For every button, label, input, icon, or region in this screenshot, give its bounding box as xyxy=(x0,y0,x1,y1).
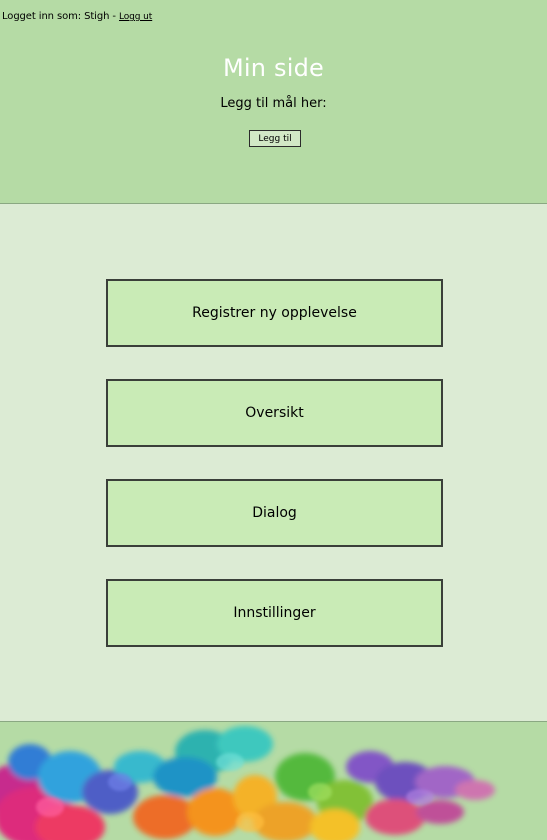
login-status-text: Logget inn som: Stigh - xyxy=(2,11,120,22)
dialog-button[interactable]: Dialog xyxy=(106,479,443,547)
page-title: Min side xyxy=(223,54,324,82)
page-header: Logget inn som: Stigh - Logg ut Min side… xyxy=(0,0,547,204)
register-experience-button[interactable]: Registrer ny opplevelse xyxy=(106,279,443,347)
colored-smoke-image xyxy=(0,726,495,840)
logout-link[interactable]: Logg ut xyxy=(119,12,152,22)
login-status: Logget inn som: Stigh - Logg ut xyxy=(2,11,152,22)
page-footer xyxy=(0,721,547,840)
overview-button[interactable]: Oversikt xyxy=(106,379,443,447)
settings-button[interactable]: Innstillinger xyxy=(106,579,443,647)
main-menu: Registrer ny opplevelse Oversikt Dialog … xyxy=(0,204,547,721)
add-goal-button[interactable]: Legg til xyxy=(249,130,301,147)
goal-prompt: Legg til mål her: xyxy=(220,96,327,111)
